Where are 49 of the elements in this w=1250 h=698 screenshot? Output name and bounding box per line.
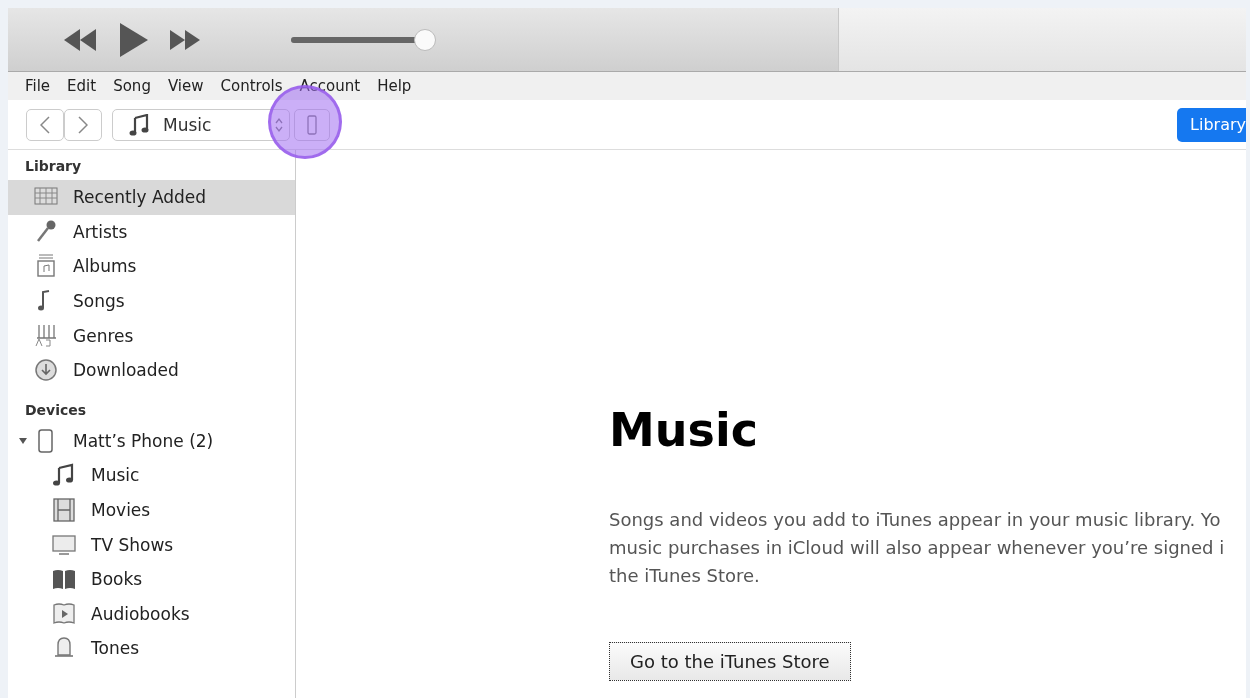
sidebar-item[interactable]: Audiobooks <box>8 596 295 632</box>
download-icon <box>34 358 58 383</box>
section-heading: Library <box>24 158 83 176</box>
page-heading: Music <box>609 402 759 458</box>
itunes-store-button[interactable]: Go to the iTunes Store <box>609 642 851 681</box>
menu-item[interactable]: Controls <box>220 77 290 95</box>
genres-icon <box>34 323 58 348</box>
description-text: Songs and videos you add to iTunes appear in your music library. Yo music purchases in iCloud will also appear whenever you’re signed i the iTunes Store. <box>609 508 1226 588</box>
rewind-icon <box>64 28 98 51</box>
phone-icon <box>307 114 317 135</box>
chevron-right-icon <box>78 115 88 134</box>
sidebar-item[interactable]: Music <box>8 458 295 493</box>
music-note-icon <box>129 113 149 136</box>
disclosure-triangle-icon <box>19 436 27 445</box>
volume-thumb[interactable] <box>414 28 436 51</box>
media-picker[interactable]: Music <box>112 108 290 141</box>
film-icon <box>52 498 76 523</box>
audiobook-icon <box>52 601 76 626</box>
menu-item[interactable]: File <box>25 77 58 95</box>
music-note-icon <box>52 463 76 488</box>
sidebar-item[interactable]: Albums <box>8 249 295 284</box>
chevron-left-icon <box>40 115 50 134</box>
fast-forward-icon <box>170 29 202 50</box>
menu-item[interactable]: Account <box>299 77 368 95</box>
book-icon <box>52 567 76 592</box>
tv-icon <box>52 532 76 557</box>
sidebar-item[interactable]: Books <box>8 561 295 597</box>
rewind-button[interactable] <box>64 28 98 51</box>
library-button[interactable]: Library <box>1177 107 1246 142</box>
microphone-icon <box>34 219 58 244</box>
sidebar-item[interactable]: Songs <box>8 283 295 319</box>
play-button[interactable] <box>118 22 150 57</box>
sidebar-item[interactable]: Movies <box>8 492 295 528</box>
updown-arrows-icon <box>275 116 283 133</box>
menu-item[interactable]: Song <box>113 77 158 95</box>
play-icon <box>118 22 150 57</box>
album-icon <box>34 254 58 279</box>
sidebar-item[interactable]: Downloaded <box>8 352 295 388</box>
menu-item[interactable]: Help <box>377 77 419 95</box>
section-heading: Devices <box>24 401 88 420</box>
sidebar-item[interactable]: Matt’s Phone (2) <box>8 423 295 459</box>
sidebar-item[interactable]: Recently Added <box>8 180 295 215</box>
sidebar-item[interactable]: Genres <box>8 318 295 353</box>
menu-item[interactable]: Edit <box>67 77 104 95</box>
sidebar-item[interactable]: Tones <box>8 631 295 666</box>
menu-item[interactable]: View <box>167 77 211 95</box>
fast-forward-button[interactable] <box>170 29 202 50</box>
sidebar-item[interactable]: Artists <box>8 214 295 250</box>
sidebar-item[interactable]: TV Shows <box>8 527 295 562</box>
